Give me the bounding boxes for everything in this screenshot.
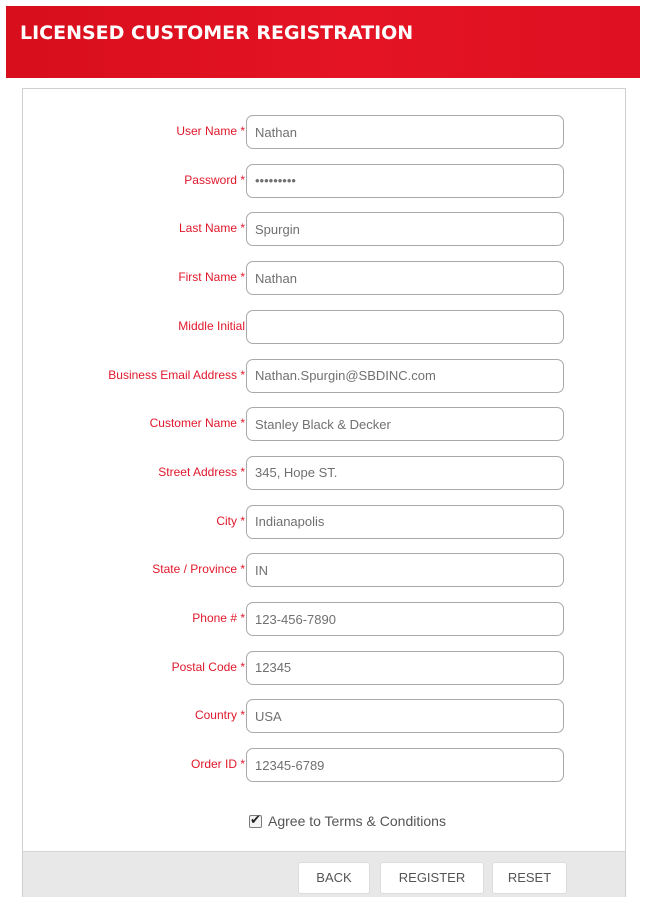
form-row-order-id: Order ID * xyxy=(23,748,625,783)
form-row-state-province: State / Province * xyxy=(23,553,625,588)
form-row-customer-name: Customer Name * xyxy=(23,407,625,442)
customer-name-input[interactable] xyxy=(246,407,564,442)
middle-initial-label: Middle Initial xyxy=(178,318,245,333)
form-row-last-name: Last Name * xyxy=(23,212,625,247)
middle-initial-input[interactable] xyxy=(246,309,564,344)
reset-button[interactable]: RESET xyxy=(492,862,567,894)
state-province-label: State / Province * xyxy=(152,562,245,577)
page-header: LICENSED CUSTOMER REGISTRATION xyxy=(6,6,640,78)
user-name-label: User Name * xyxy=(176,124,245,138)
registration-form: User Name * Password * Last Name * First Na… xyxy=(22,88,626,897)
order-id-label: Order ID * xyxy=(190,757,245,772)
back-button[interactable]: BACK xyxy=(298,862,370,894)
form-row-postal-code: Postal Code * xyxy=(23,650,625,685)
phone-input[interactable] xyxy=(246,602,564,636)
form-row-city: City * xyxy=(23,504,625,539)
postal-code-label: Postal Code * xyxy=(171,659,245,674)
form-row-phone: Phone # * xyxy=(23,602,625,636)
street-address-label: Street Address * xyxy=(158,464,245,479)
register-button[interactable]: REGISTER xyxy=(380,862,484,894)
agree-terms-label: Agree to Terms & Conditions xyxy=(268,813,446,829)
user-name-input[interactable] xyxy=(246,115,564,149)
form-row-user-name: User Name * xyxy=(23,115,625,149)
last-name-input[interactable] xyxy=(246,212,564,247)
state-province-input[interactable] xyxy=(246,553,564,588)
agree-terms-checkbox[interactable]: ✔ xyxy=(249,811,262,828)
first-name-input[interactable] xyxy=(246,261,564,296)
checkmark-icon: ✔ xyxy=(250,811,261,827)
business-email-label: Business Email Address * xyxy=(108,367,245,382)
country-input[interactable] xyxy=(246,699,564,734)
password-input[interactable] xyxy=(246,163,564,198)
registration-page: LICENSED CUSTOMER REGISTRATION User Name… xyxy=(0,0,646,897)
form-row-first-name: First Name * xyxy=(23,261,625,296)
form-row-middle-initial: Middle Initial xyxy=(23,309,625,344)
form-row-business-email: Business Email Address * xyxy=(23,358,625,393)
page-title: LICENSED CUSTOMER REGISTRATION xyxy=(20,22,414,44)
business-email-input[interactable] xyxy=(246,358,564,393)
form-row-country: Country * xyxy=(23,699,625,734)
postal-code-input[interactable] xyxy=(246,650,564,685)
country-label: Country * xyxy=(194,708,245,723)
form-row-password: Password * xyxy=(23,163,625,198)
form-footer: BACK REGISTER RESET xyxy=(23,851,625,897)
order-id-input[interactable] xyxy=(246,748,564,783)
customer-name-label: Customer Name * xyxy=(149,416,245,431)
password-label: Password * xyxy=(184,172,245,187)
first-name-label: First Name * xyxy=(178,270,245,285)
street-address-input[interactable] xyxy=(246,455,564,490)
last-name-label: Last Name * xyxy=(178,221,245,236)
agree-terms[interactable]: ✔ Agree to Terms & Conditions xyxy=(249,811,446,831)
form-row-street-address: Street Address * xyxy=(23,455,625,490)
phone-label: Phone # * xyxy=(192,611,245,625)
city-label: City * xyxy=(216,513,245,528)
city-input[interactable] xyxy=(246,504,564,539)
